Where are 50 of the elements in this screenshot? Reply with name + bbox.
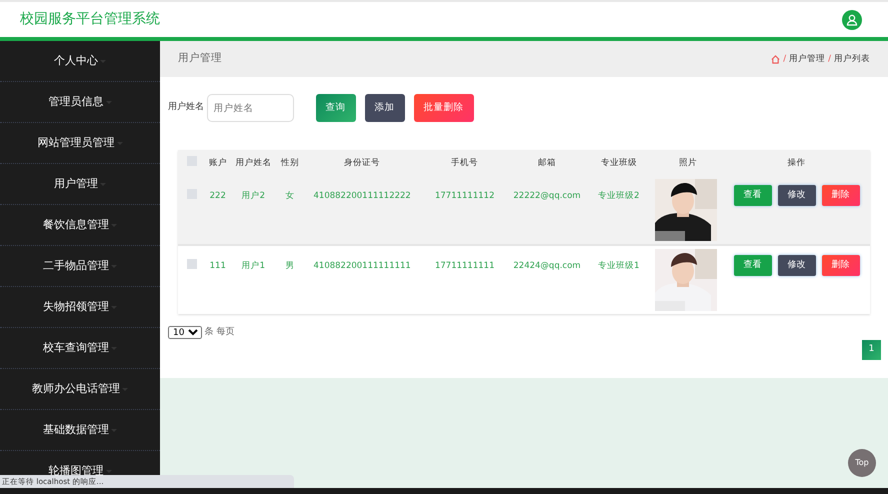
column-header: 身份证号 [304,150,421,176]
table-cell: 410882200111111111 [314,260,411,273]
search-field[interactable]: 用户姓名 [206,94,294,122]
page-title: 用户管理 [178,51,222,66]
field-label: 用户姓名 [168,101,204,114]
table-cell: 专业班级1 [598,260,640,273]
column-header: 专业班级 [585,150,652,176]
column-header: 邮箱 [508,150,586,176]
app-title: 校园服务平台管理系统 [20,10,160,29]
sidebar-item[interactable]: 用户管理 [54,176,98,192]
table-cell: 专业班级2 [598,190,640,203]
table-cell: 用户2 [242,190,266,203]
table-cell: 22424@qq.com [513,260,581,273]
sidebar-item[interactable]: 餐饮信息管理 [43,216,109,234]
home-icon[interactable] [771,54,780,64]
table-cell: 用户1 [242,260,266,273]
column-header: 操作 [723,150,870,176]
table-cell: 女 [285,190,294,203]
table-cell: 22222@qq.com [513,190,581,203]
breadcrumb-separator: / [783,52,786,66]
sidebar-item[interactable]: 教师办公电话管理 [32,380,120,398]
table-cell: 222 [210,190,226,203]
column-header: 用户姓名 [230,150,276,176]
row-checkbox[interactable] [186,259,197,269]
user-icon[interactable] [842,10,862,30]
edit-button[interactable]: 修改 [778,255,816,276]
sidebar-item[interactable]: 二手物品管理 [43,258,109,274]
page-size-select[interactable]: 10 [168,326,202,340]
edit-button[interactable]: 修改 [778,185,816,206]
sidebar-item[interactable]: 失物招领管理 [43,298,109,316]
breadcrumb-item[interactable]: 用户列表 [834,52,870,66]
add-button[interactable]: 添加 [364,94,404,122]
table-cell: 111 [210,260,226,273]
table-cell: 410882200111112222 [314,190,411,203]
column-header: 性别 [276,150,304,176]
column-header: 照片 [652,150,724,176]
table-cell: 男 [285,260,294,273]
table-cell: 17711111111 [434,260,494,273]
table-cell: 17711111112 [434,190,494,203]
sidebar-item[interactable]: 管理员信息 [48,94,104,110]
column-header: 手机号 [420,150,509,176]
sidebar-item[interactable]: 基础数据管理 [43,422,109,438]
sidebar-item[interactable]: 个人中心 [54,52,98,70]
sidebar-item[interactable]: 校车查询管理 [43,340,109,356]
column-header: 账户 [205,150,230,176]
query-button[interactable]: 查询 [316,94,356,122]
page-size-label: 条 每页 [204,326,234,339]
sidebar-item[interactable]: 网站管理员管理 [38,134,114,152]
breadcrumb-separator: / [828,52,831,66]
breadcrumb-item[interactable]: 用户管理 [789,52,826,66]
